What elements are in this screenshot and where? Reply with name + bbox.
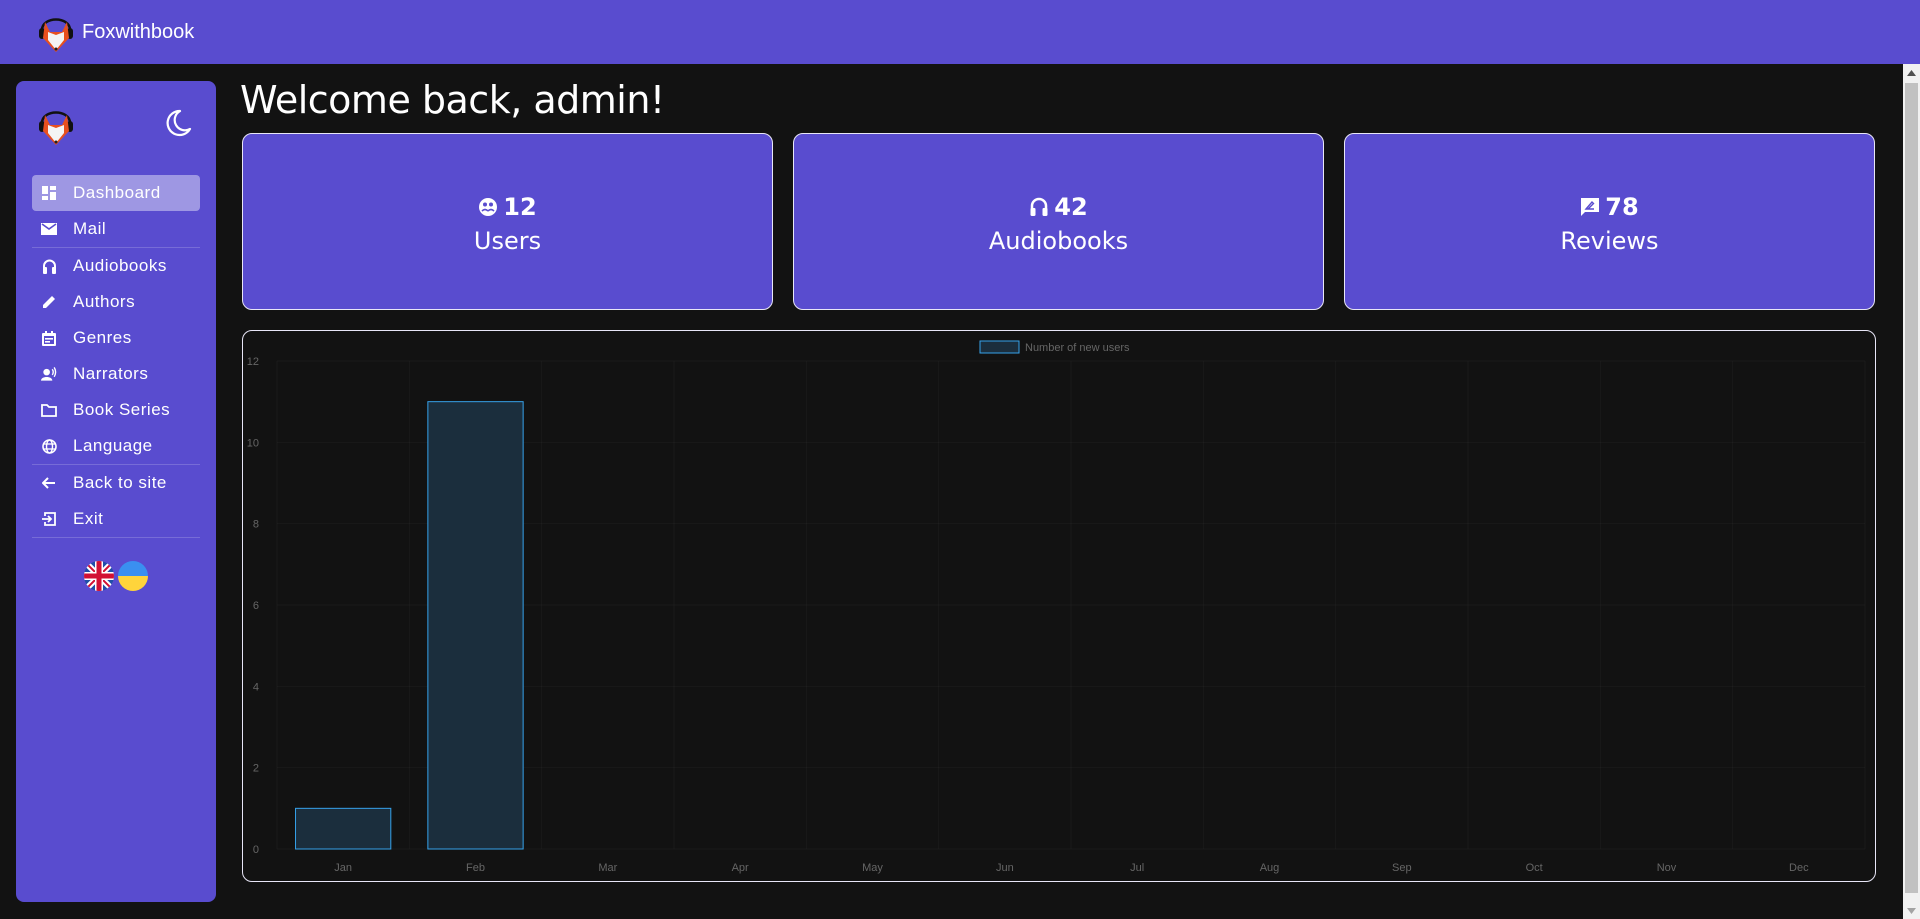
y-tick-label: 8 [253,519,259,531]
x-tick-label: Jan [334,862,352,874]
sidebar-item-narrators[interactable]: Narrators [32,356,200,392]
sidebar-divider [32,537,200,538]
users-label: Users [473,226,542,255]
brand-name: Foxwithbook [82,20,195,43]
globe-icon [41,438,57,454]
audiobooks-count: 42 [1054,192,1088,221]
arrow-left-icon [41,475,57,491]
sidebar-item-label: Exit [73,509,104,528]
voice-person-icon [41,366,57,382]
theme-toggle-button[interactable] [160,105,196,141]
top-navbar: Foxwithbook [0,0,1920,64]
sidebar-nav: Dashboard Mail Audiobooks Authors Genres… [32,175,200,538]
exit-icon [41,511,57,527]
audiobooks-label: Audiobooks [988,226,1129,255]
stat-card-audiobooks[interactable]: 42 Audiobooks [793,133,1324,310]
dashboard-icon [41,185,57,201]
sidebar-item-back-to-site[interactable]: Back to site [32,465,200,501]
x-tick-label: Jun [996,862,1014,874]
x-tick-label: May [862,862,883,874]
mail-icon [41,221,57,237]
brand-link[interactable]: Foxwithbook [36,8,194,56]
sidebar-item-label: Audiobooks [73,256,167,275]
x-tick-label: Aug [1260,862,1280,874]
sidebar-item-dashboard[interactable]: Dashboard [32,175,200,211]
scroll-down-arrow[interactable] [1903,902,1920,919]
uk-flag-icon[interactable] [84,561,114,591]
stats-cards: 12 Users 42 Audiobooks 78 Reviews [242,133,1875,310]
language-switcher [16,561,216,591]
fox-headphones-logo-icon [39,18,73,52]
reviews-count: 78 [1605,192,1639,221]
sidebar-item-exit[interactable]: Exit [32,501,200,537]
calendar-note-icon [41,330,57,346]
sidebar-item-label: Book Series [73,400,171,419]
users-count: 12 [503,192,537,221]
stat-card-reviews[interactable]: 78 Reviews [1344,133,1875,310]
sidebar-item-book-series[interactable]: Book Series [32,392,200,428]
legend-swatch [979,340,1020,354]
x-tick-label: Nov [1657,862,1677,874]
sidebar-item-label: Narrators [73,364,149,383]
moon-icon [166,109,192,137]
stat-card-users[interactable]: 12 Users [242,133,773,310]
scroll-thumb[interactable] [1905,83,1918,893]
bar-jan[interactable] [295,807,392,850]
page-scrollbar[interactable] [1903,64,1920,919]
fox-headphones-logo-icon [39,111,73,145]
x-tick-label: Sep [1392,862,1412,874]
sidebar-item-label: Genres [73,328,132,347]
bar-feb[interactable] [427,401,524,850]
x-tick-label: Apr [732,862,749,874]
y-tick-label: 6 [253,600,259,612]
page-title: Welcome back, admin! [240,78,665,122]
sidebar-item-label: Authors [73,292,136,311]
sidebar-item-label: Language [73,436,153,455]
new-users-chart: 0 2 4 6 8 10 12 Jan Feb Mar Apr May Jun Jul Aug Sep Oct N… [242,330,1876,882]
y-tick-label: 10 [247,437,259,449]
chart-legend[interactable]: Number of new users [979,340,1130,354]
review-icon [1580,197,1600,217]
sidebar-item-language[interactable]: Language [32,428,200,464]
headphones-icon [1029,197,1049,217]
y-tick-label: 2 [253,763,259,775]
x-tick-label: Oct [1526,862,1543,874]
headphones-icon [41,258,57,274]
users-face-icon [478,197,498,217]
x-tick-label: Mar [598,862,617,874]
ukraine-flag-icon[interactable] [118,561,148,591]
sidebar-item-authors[interactable]: Authors [32,284,200,320]
y-tick-label: 4 [253,681,259,693]
y-tick-label: 12 [247,356,259,368]
sidebar-item-label: Back to site [73,473,167,492]
sidebar-item-label: Dashboard [73,183,161,202]
pencil-icon [41,294,57,310]
sidebar-item-audiobooks[interactable]: Audiobooks [32,248,200,284]
folder-icon [41,402,57,418]
legend-label: Number of new users [1025,342,1130,354]
x-tick-label: Dec [1789,862,1809,874]
y-tick-label: 0 [253,844,259,856]
sidebar: Dashboard Mail Audiobooks Authors Genres… [16,81,216,902]
bar-chart: 0 2 4 6 8 10 12 Jan Feb Mar Apr May Jun Jul Aug Sep Oct N… [247,340,1809,874]
sidebar-item-label: Mail [73,219,107,238]
reviews-label: Reviews [1560,226,1659,255]
sidebar-item-mail[interactable]: Mail [32,211,200,247]
scroll-up-arrow[interactable] [1903,64,1920,81]
x-tick-label: Feb [466,862,485,874]
sidebar-item-genres[interactable]: Genres [32,320,200,356]
x-tick-label: Jul [1130,862,1144,874]
